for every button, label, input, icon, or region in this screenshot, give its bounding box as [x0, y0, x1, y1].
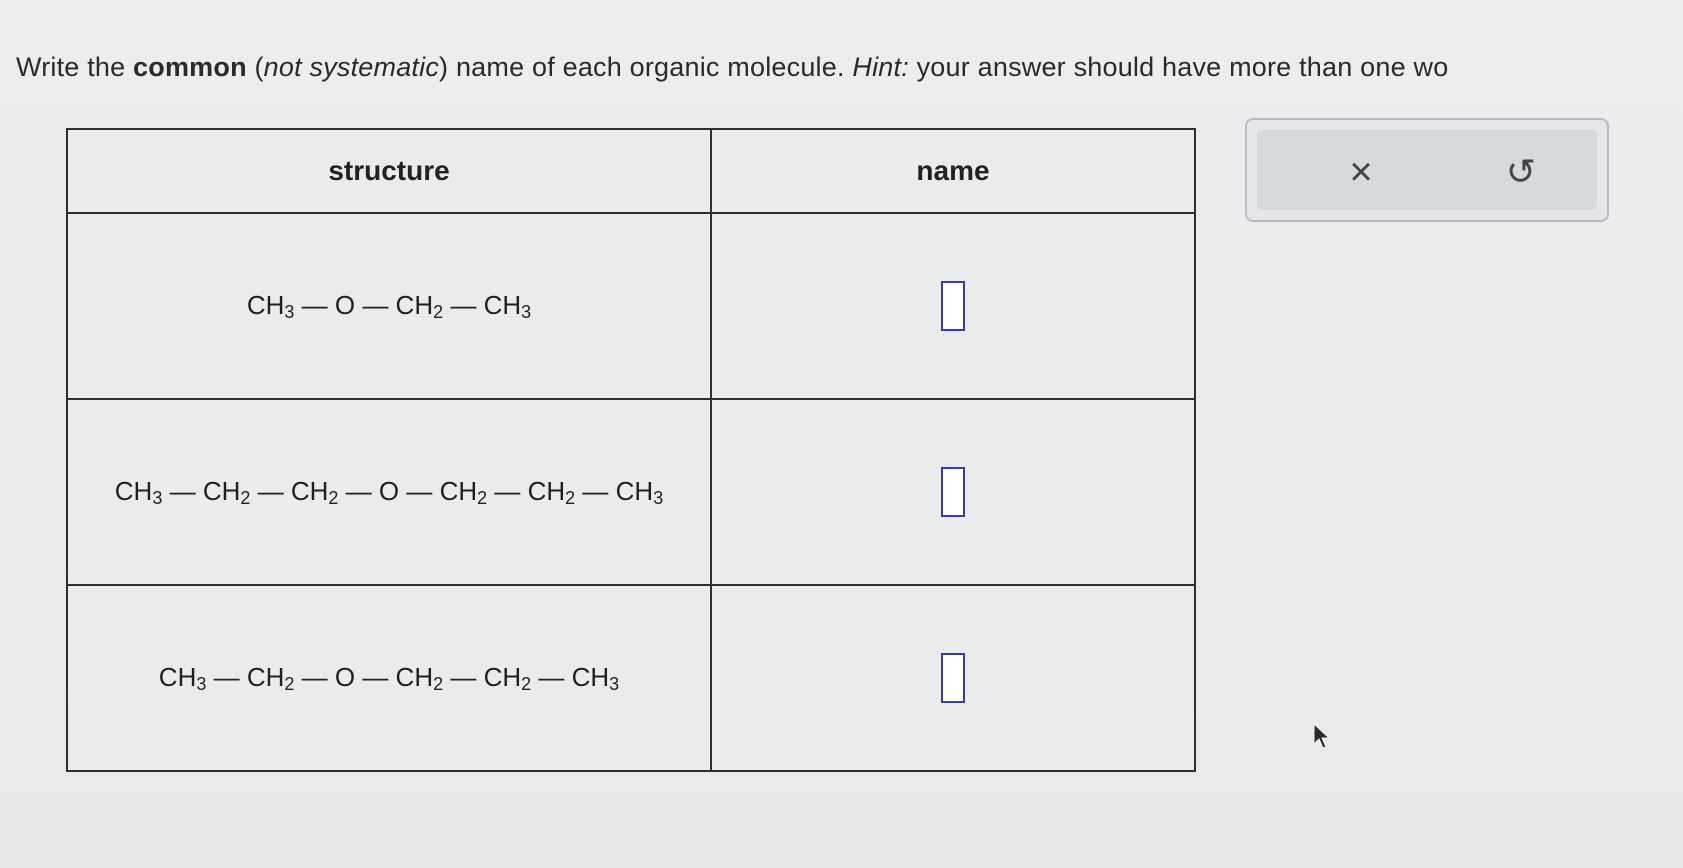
answer-tools-panel: × ↺ [1245, 118, 1609, 222]
bond-dash: — [399, 475, 440, 506]
bond-dash: — [575, 475, 616, 506]
prompt-text: ( [246, 52, 264, 82]
atom-group: O [334, 661, 356, 692]
atom-group: CH2 [395, 661, 444, 694]
bond-dash: — [250, 475, 291, 506]
bond-dash: — [162, 475, 203, 506]
molecule-formula: CH3 — O — CH2 — CH3 [246, 289, 532, 322]
question-table: structure name CH3 — O — CH2 — CH3 CH3 —… [66, 128, 1196, 772]
bond-dash: — [443, 661, 484, 692]
atom-group: CH2 [246, 661, 295, 694]
atom-group: CH2 [202, 475, 251, 508]
atom-group: CH3 [615, 475, 664, 508]
atom-group: CH3 [571, 661, 620, 694]
table-row: CH3 — O — CH2 — CH3 [66, 212, 1196, 400]
question-prompt: Write the common (not systematic) name o… [16, 52, 1683, 83]
atom-group: CH2 [483, 661, 532, 694]
undo-icon[interactable]: ↺ [1497, 148, 1545, 196]
name-column-header: name [710, 128, 1196, 214]
mouse-cursor-icon [1313, 722, 1331, 749]
atom-group: CH3 [483, 289, 532, 322]
bond-dash: — [487, 475, 528, 506]
bond-dash: — [443, 289, 484, 320]
table-row: CH3 — CH2 — O — CH2 — CH2 — CH3 [66, 584, 1196, 772]
atom-group: CH3 [158, 661, 207, 694]
bond-dash: — [294, 289, 335, 320]
atom-group: CH2 [395, 289, 444, 322]
molecule-formula: CH3 — CH2 — CH2 — O — CH2 — CH2 — CH3 [114, 475, 664, 508]
atom-group: CH3 [246, 289, 295, 322]
name-cell [710, 584, 1196, 772]
name-cell [710, 212, 1196, 400]
prompt-italic: not systematic [263, 52, 440, 82]
bond-dash: — [338, 475, 379, 506]
prompt-text: Write the [16, 52, 134, 82]
bond-dash: — [531, 661, 572, 692]
structure-column-header: structure [66, 128, 712, 214]
bond-dash: — [355, 661, 396, 692]
bond-dash: — [206, 661, 247, 692]
table-header-row: structure name [66, 128, 1196, 214]
name-cell [710, 398, 1196, 586]
clear-icon[interactable]: × [1337, 148, 1385, 196]
bond-dash: — [294, 661, 335, 692]
name-answer-input[interactable] [941, 653, 965, 703]
page: Write the common (not systematic) name o… [0, 0, 1683, 868]
atom-group: CH2 [527, 475, 576, 508]
prompt-hint-label: Hint: [852, 52, 909, 82]
atom-group: CH2 [439, 475, 488, 508]
name-answer-input[interactable] [941, 281, 965, 331]
structure-cell: CH3 — CH2 — O — CH2 — CH2 — CH3 [66, 584, 712, 772]
table-row: CH3 — CH2 — CH2 — O — CH2 — CH2 — CH3 [66, 398, 1196, 586]
molecule-formula: CH3 — CH2 — O — CH2 — CH2 — CH3 [158, 661, 620, 694]
structure-cell: CH3 — CH2 — CH2 — O — CH2 — CH2 — CH3 [66, 398, 712, 586]
bond-dash: — [355, 289, 396, 320]
prompt-text: ) name of each organic molecule. [439, 52, 853, 82]
name-answer-input[interactable] [941, 467, 965, 517]
atom-group: CH3 [114, 475, 163, 508]
answer-tools-inner: × ↺ [1257, 130, 1597, 210]
atom-group: CH2 [290, 475, 339, 508]
prompt-bold: common [133, 52, 247, 82]
atom-group: O [334, 289, 356, 320]
atom-group: O [378, 475, 400, 506]
prompt-text: your answer should have more than one wo [908, 52, 1449, 82]
structure-cell: CH3 — O — CH2 — CH3 [66, 212, 712, 400]
